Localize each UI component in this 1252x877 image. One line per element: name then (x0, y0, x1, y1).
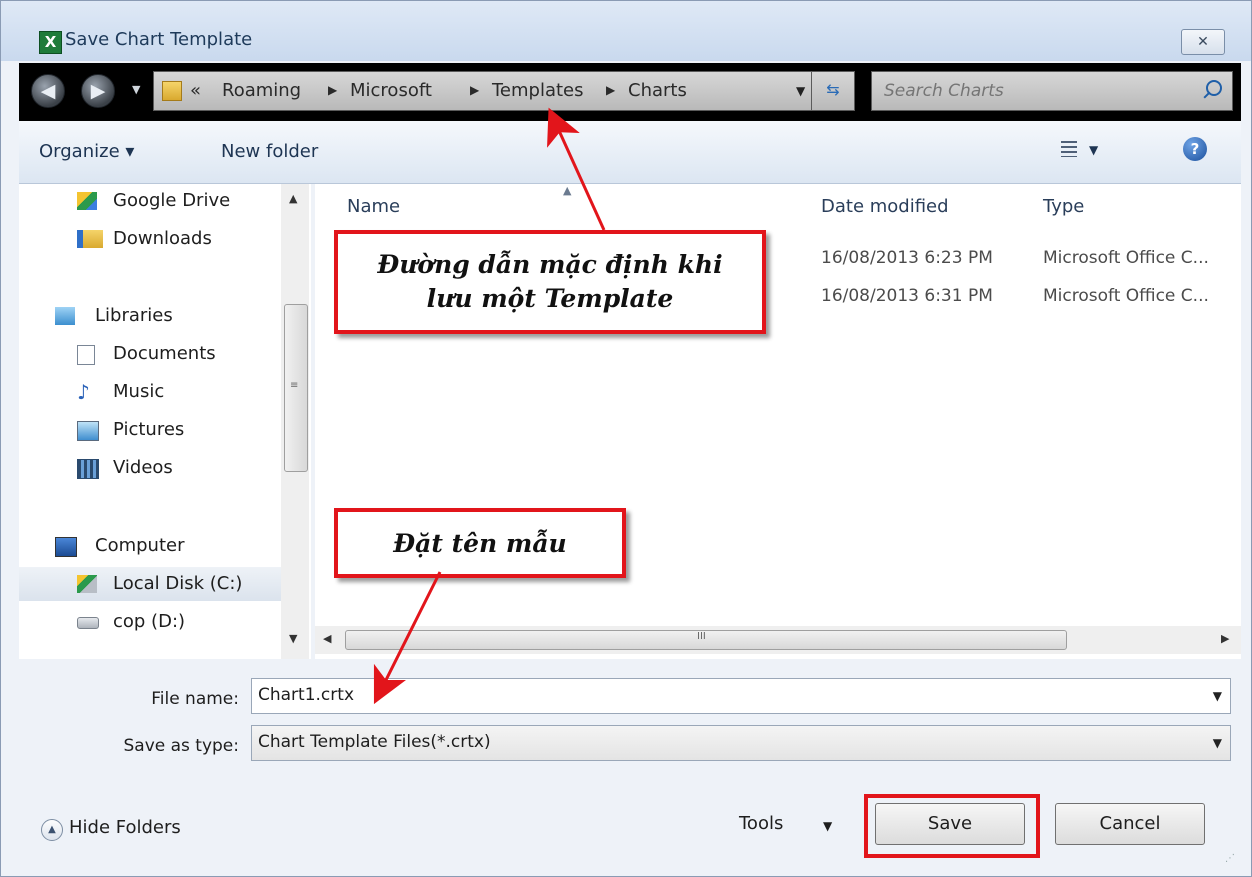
annotation-arrows (373, 107, 606, 705)
arrow-to-file-name (373, 571, 442, 705)
arrow-to-address-bar (547, 107, 606, 231)
